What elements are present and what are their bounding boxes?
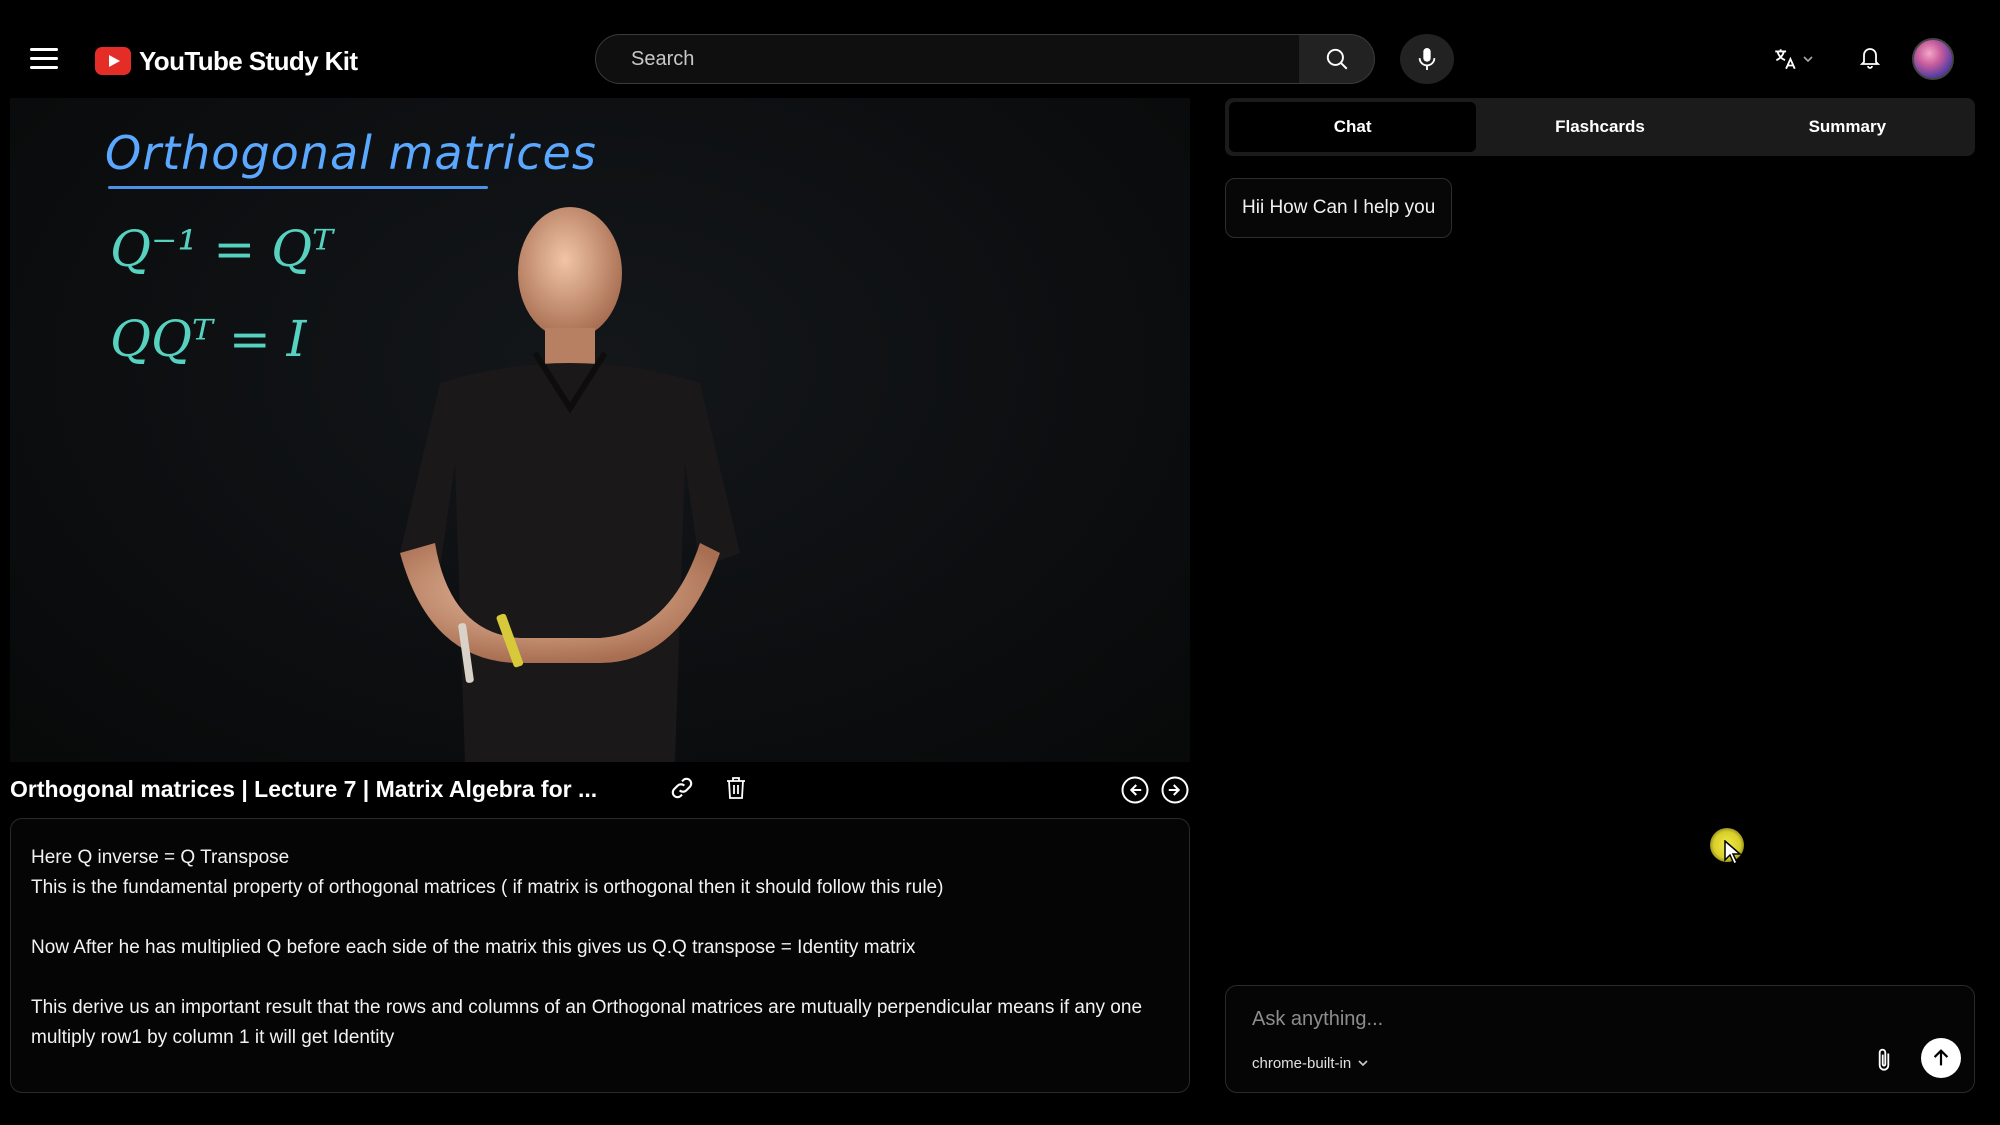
paperclip-icon bbox=[1878, 1048, 1890, 1071]
bell-icon bbox=[1859, 48, 1881, 69]
board-underline bbox=[108, 186, 488, 189]
search-input[interactable] bbox=[631, 47, 1299, 71]
trash-icon bbox=[727, 777, 745, 799]
logo-text: YouTube Study Kit bbox=[139, 45, 358, 76]
search-button[interactable] bbox=[1299, 34, 1375, 84]
chat-message: Hii How Can I help you bbox=[1225, 178, 1453, 238]
tab-flashcards[interactable]: Flashcards bbox=[1476, 102, 1723, 152]
arrow-right-circle-icon bbox=[1161, 776, 1189, 804]
menu-button[interactable] bbox=[30, 48, 58, 72]
avatar[interactable] bbox=[1912, 38, 1954, 80]
chevron-down-icon bbox=[1803, 56, 1813, 63]
translate-icon bbox=[1775, 49, 1796, 70]
board-equation-2: QQᵀ = I bbox=[110, 310, 307, 368]
board-equation-1: Q⁻¹ = Qᵀ bbox=[110, 220, 334, 278]
arrow-up-icon bbox=[1933, 1049, 1949, 1066]
bottom-strip bbox=[0, 1105, 2000, 1125]
copy-link-button[interactable] bbox=[668, 774, 698, 804]
translate-button[interactable] bbox=[1772, 44, 1818, 74]
note-paragraph: Now After he has multiplied Q before eac… bbox=[31, 937, 916, 958]
video-player[interactable]: Orthogonal matrices Q⁻¹ = Qᵀ QQᵀ = I bbox=[10, 98, 1190, 762]
mic-icon bbox=[1418, 48, 1436, 70]
model-select[interactable]: chrome-built-in bbox=[1252, 1048, 1369, 1078]
menu-icon bbox=[30, 48, 58, 51]
send-button[interactable] bbox=[1921, 1038, 1961, 1078]
search-box[interactable] bbox=[595, 34, 1300, 84]
note-paragraph: Here Q inverse = Q Transpose This is the… bbox=[31, 847, 944, 898]
model-select-label: chrome-built-in bbox=[1252, 1054, 1352, 1072]
tab-summary[interactable]: Summary bbox=[1724, 102, 1971, 152]
youtube-logo-icon bbox=[95, 47, 131, 75]
ask-input[interactable] bbox=[1252, 1002, 1902, 1036]
panel-tabs: Chat Flashcards Summary bbox=[1225, 98, 1975, 156]
video-title: Orthogonal matrices | Lecture 7 | Matrix… bbox=[10, 776, 598, 802]
arrow-left-circle-icon bbox=[1121, 776, 1149, 804]
notifications-button[interactable] bbox=[1858, 44, 1886, 74]
chevron-down-icon bbox=[1358, 1060, 1368, 1067]
notes-panel[interactable]: Here Q inverse = Q Transpose This is the… bbox=[10, 818, 1190, 1093]
board-title: Orthogonal matrices bbox=[105, 126, 597, 180]
previous-button[interactable] bbox=[1120, 775, 1150, 805]
attach-button[interactable] bbox=[1873, 1046, 1903, 1078]
delete-button[interactable] bbox=[724, 774, 750, 804]
tab-chat[interactable]: Chat bbox=[1229, 102, 1477, 152]
next-button[interactable] bbox=[1160, 775, 1190, 805]
top-strip bbox=[0, 0, 2000, 20]
lecturer-figure bbox=[400, 207, 740, 762]
cursor-arrow-icon bbox=[1724, 840, 1742, 866]
voice-search-button[interactable] bbox=[1400, 34, 1454, 84]
logo[interactable]: YouTube Study Kit bbox=[95, 44, 358, 78]
link-icon bbox=[671, 777, 693, 799]
search-icon bbox=[1326, 48, 1347, 70]
chat-composer: chrome-built-in bbox=[1225, 985, 1975, 1093]
note-paragraph: This derive us an important result that … bbox=[31, 997, 1143, 1048]
